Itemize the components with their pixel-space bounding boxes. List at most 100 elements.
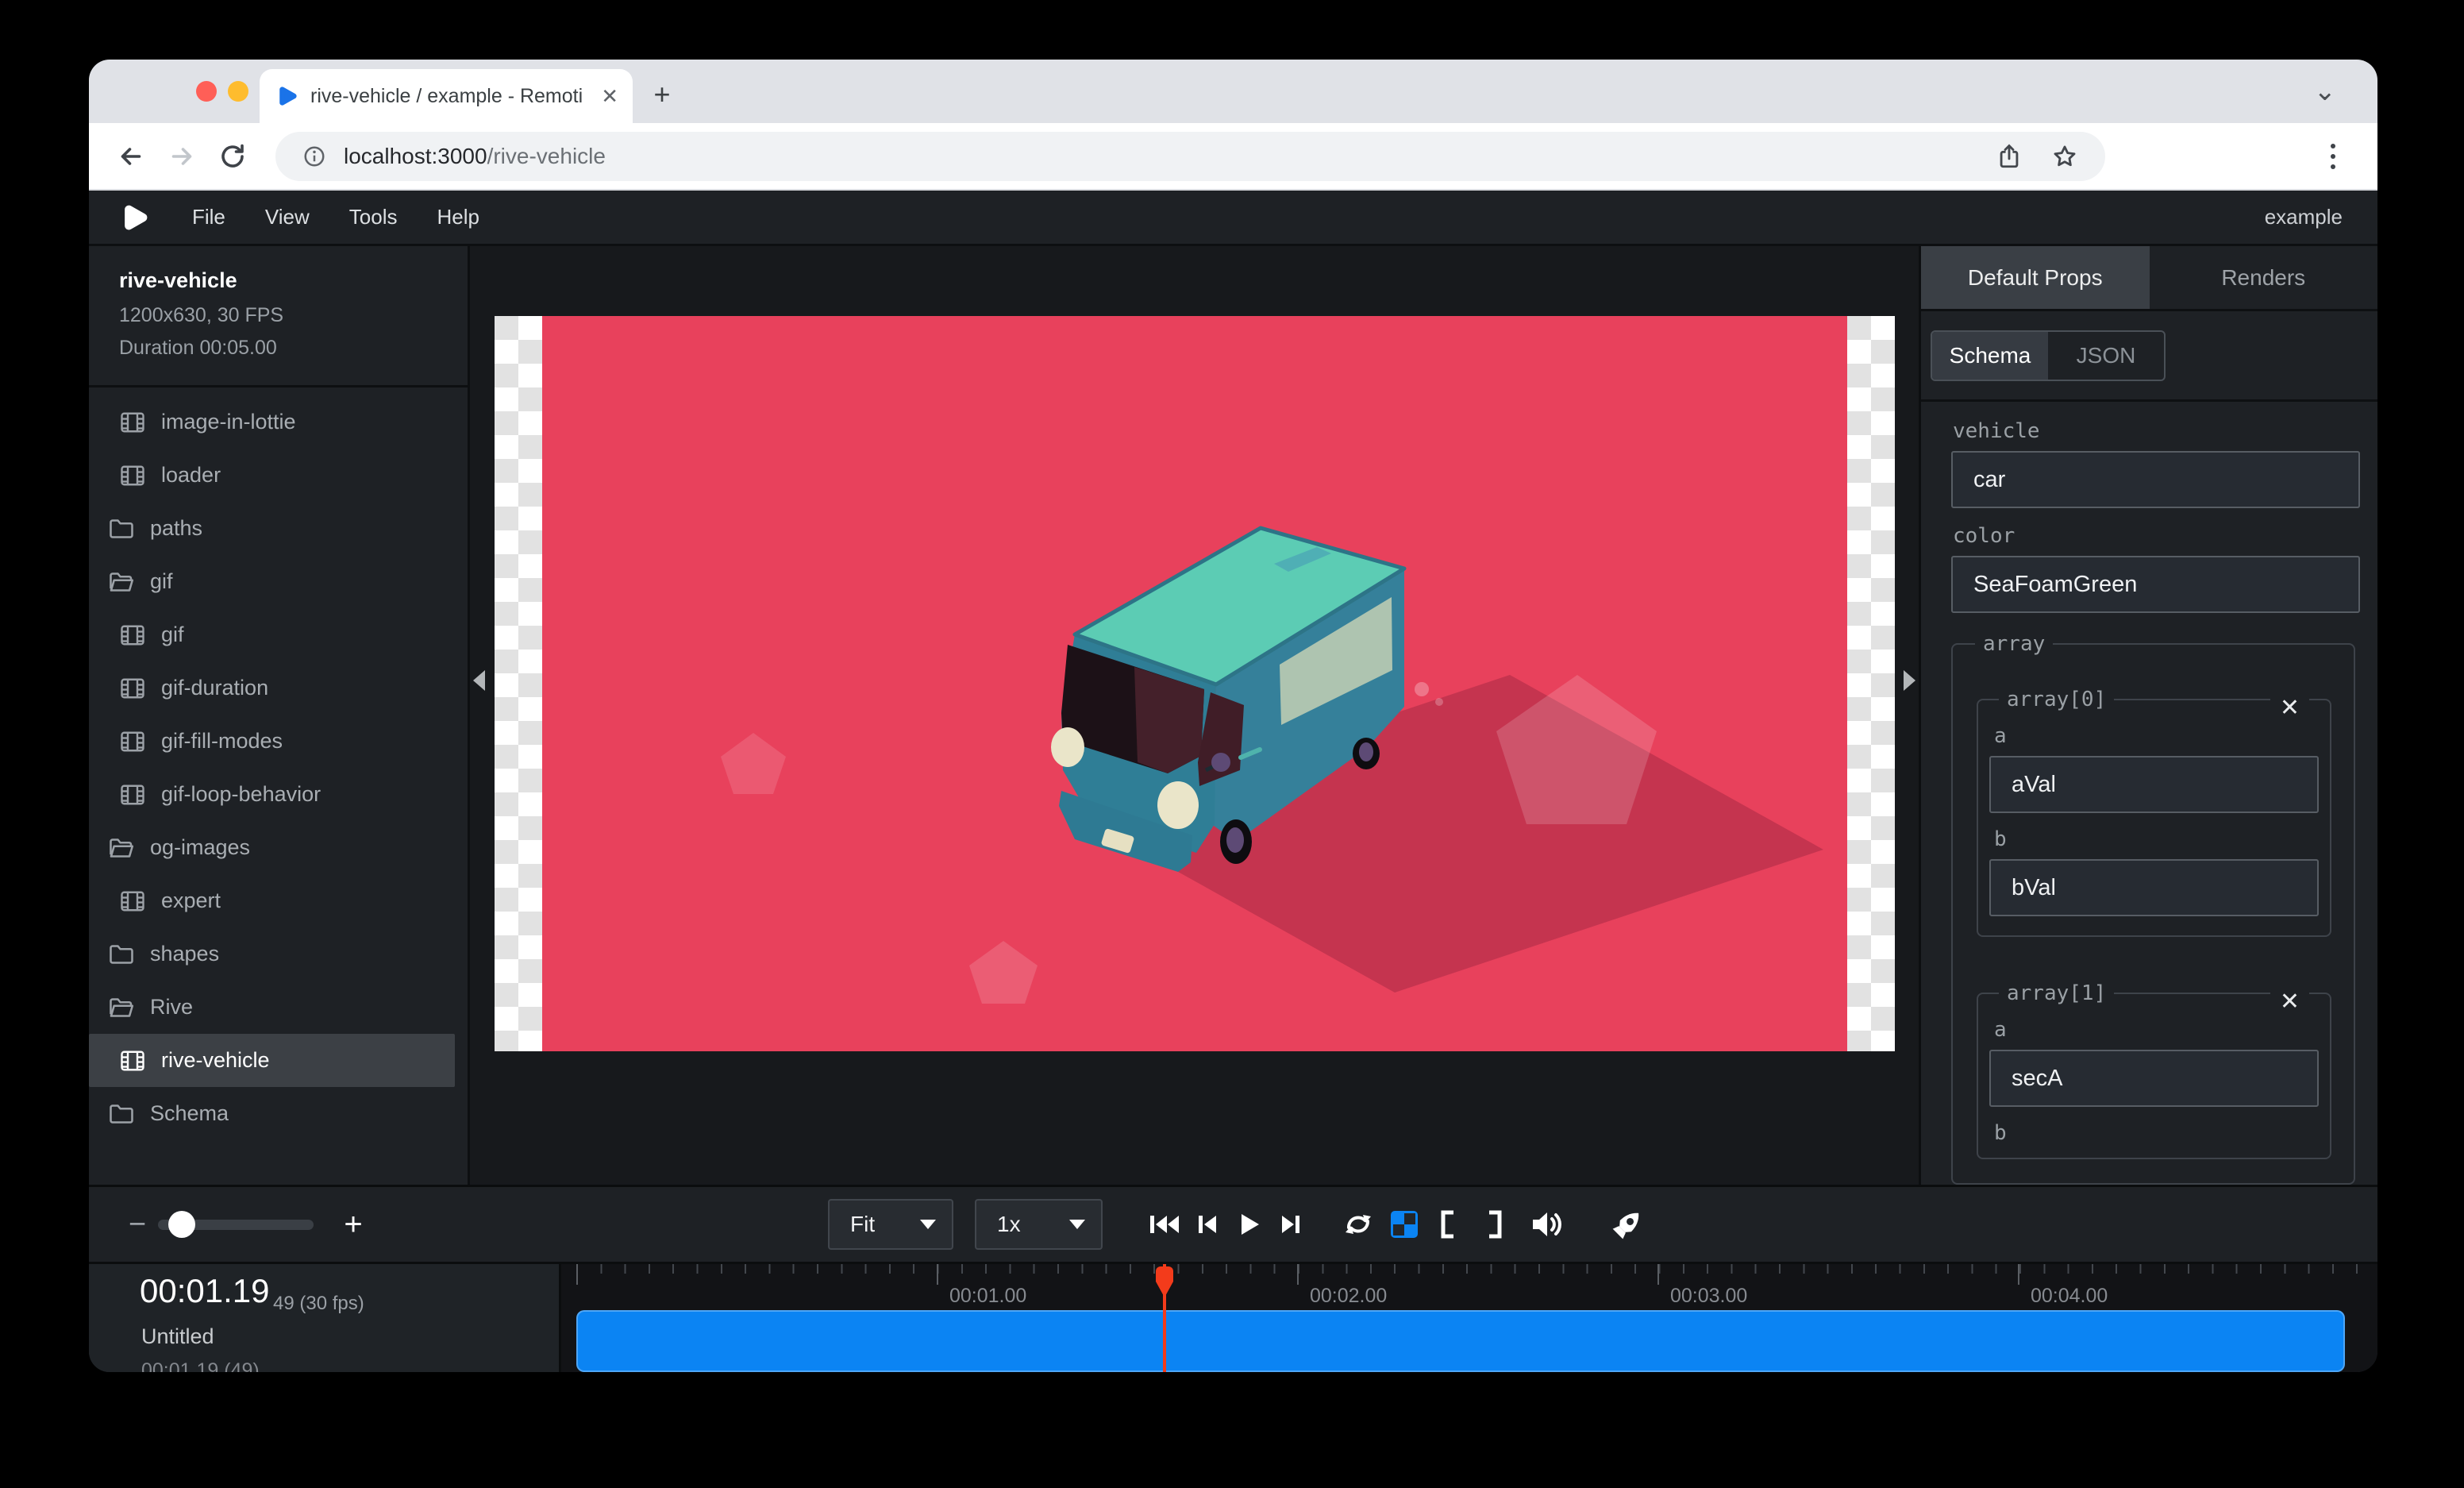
zoom-out-button[interactable]: − <box>117 1205 157 1244</box>
menu-bar: File View Tools Help example <box>89 191 2377 246</box>
transparency-toggle-button[interactable] <box>1382 1202 1426 1247</box>
browser-window: rive-vehicle / example - Remoti ✕ + ⌄ lo… <box>89 60 2377 1372</box>
sidebar-item-gif-fill-modes[interactable]: gif-fill-modes <box>89 715 455 768</box>
playhead-marker[interactable] <box>1153 1264 1176 1301</box>
browser-tab[interactable]: rive-vehicle / example - Remoti ✕ <box>260 69 633 123</box>
composition-canvas[interactable] <box>495 316 1895 1051</box>
forward-arrow-icon <box>167 142 196 171</box>
array-fieldset: array array[0] ✕ a b array[1] ✕ <box>1951 632 2355 1185</box>
site-info-icon[interactable] <box>302 145 326 168</box>
back-arrow-icon <box>117 142 145 171</box>
track-duration: 00:01.19 (49) <box>141 1359 260 1372</box>
next-frame-button[interactable] <box>1269 1202 1313 1247</box>
sidebar-folder-shapes[interactable]: shapes <box>89 927 455 981</box>
folder-open-icon <box>107 568 136 596</box>
mode-json[interactable]: JSON <box>2048 332 2164 380</box>
a-label: a <box>1994 1018 2319 1042</box>
vehicle-animation-frame <box>542 316 1847 1051</box>
preview-area <box>470 246 1919 1185</box>
transparency-checker-left <box>495 316 542 1051</box>
forward-button[interactable] <box>162 137 202 176</box>
pentagon-decor-left <box>721 733 786 794</box>
sidebar-item-label: gif-loop-behavior <box>161 782 321 807</box>
back-button[interactable] <box>111 137 151 176</box>
sidebar-folder-gif[interactable]: gif <box>89 555 455 608</box>
a-input[interactable] <box>1989 756 2319 813</box>
sidebar-item-image-in-lottie[interactable]: image-in-lottie <box>89 395 455 449</box>
array-item-0: array[0] ✕ a b <box>1977 688 2331 937</box>
folder-icon <box>107 1100 136 1128</box>
skip-to-start-button[interactable] <box>1142 1202 1187 1247</box>
set-in-point-button[interactable] <box>1426 1202 1470 1247</box>
schema-json-toggle: Schema JSON <box>1931 330 2166 381</box>
remove-item-0-button[interactable]: ✕ <box>2270 694 2309 723</box>
ruler-tick <box>937 1264 938 1285</box>
fit-dropdown[interactable]: Fit <box>828 1199 953 1250</box>
color-input[interactable] <box>1951 556 2360 613</box>
b-label: b <box>1994 1121 2319 1145</box>
sidebar-folder-paths[interactable]: paths <box>89 502 455 555</box>
zoom-slider-thumb[interactable] <box>168 1211 195 1238</box>
play-button[interactable] <box>1226 1202 1271 1247</box>
skip-to-start-icon <box>1147 1209 1182 1239</box>
collapse-sidebar-handle[interactable] <box>473 670 485 691</box>
tab-renders[interactable]: Renders <box>2150 246 2378 309</box>
previous-frame-button[interactable] <box>1185 1202 1230 1247</box>
film-icon <box>118 461 147 490</box>
remove-item-1-button[interactable]: ✕ <box>2270 988 2309 1016</box>
rocket-icon <box>1610 1207 1645 1242</box>
props-panel: Default Props Renders Schema JSON vehicl… <box>1919 246 2377 1185</box>
render-button[interactable] <box>1605 1202 1650 1247</box>
bookmark-star-icon[interactable] <box>2051 143 2078 170</box>
mode-schema[interactable]: Schema <box>1932 332 2048 380</box>
sidebar-item-gif-loop-behavior[interactable]: gif-loop-behavior <box>89 768 455 821</box>
speed-dropdown[interactable]: 1x <box>975 1199 1103 1250</box>
project-header: rive-vehicle 1200x630, 30 FPS Duration 0… <box>89 246 468 387</box>
sidebar-item-label: gif-duration <box>161 676 268 700</box>
zoom-in-button[interactable]: + <box>333 1205 373 1244</box>
sequence-bar[interactable] <box>576 1310 2345 1372</box>
menu-file[interactable]: File <box>192 205 225 229</box>
ruler-label: 00:01.00 <box>949 1285 1026 1308</box>
menu-tools[interactable]: Tools <box>349 205 398 229</box>
folder-open-icon <box>107 993 136 1022</box>
sidebar-item-rive-vehicle[interactable]: rive-vehicle <box>89 1034 455 1087</box>
minimize-window-button[interactable] <box>228 81 248 102</box>
remotion-logo-icon[interactable] <box>121 203 149 232</box>
close-window-button[interactable] <box>196 81 217 102</box>
tab-default-props[interactable]: Default Props <box>1921 246 2150 309</box>
sidebar-folder-schema[interactable]: Schema <box>89 1087 455 1140</box>
new-tab-button[interactable]: + <box>645 77 680 112</box>
composition-list: image-in-lottie loader paths gif <box>89 387 468 1140</box>
timeline-track-area[interactable]: 00:01.00 00:02.00 00:03.00 00:04.00 <box>561 1264 2377 1372</box>
remotion-favicon-icon <box>277 86 298 106</box>
mute-toggle-button[interactable] <box>1525 1202 1569 1247</box>
speed-dropdown-value: 1x <box>997 1212 1021 1237</box>
sidebar-item-loader[interactable]: loader <box>89 449 455 502</box>
sidebar-item-expert[interactable]: expert <box>89 874 455 927</box>
set-out-point-button[interactable] <box>1473 1202 1517 1247</box>
share-icon[interactable] <box>1996 143 2023 170</box>
sidebar-folder-rive[interactable]: Rive <box>89 981 455 1034</box>
browser-menu-button[interactable] <box>2314 137 2352 175</box>
film-icon <box>118 727 147 756</box>
menu-view[interactable]: View <box>265 205 310 229</box>
sidebar-item-gif[interactable]: gif <box>89 608 455 661</box>
track-name[interactable]: Untitled <box>141 1324 214 1349</box>
film-icon <box>118 408 147 437</box>
film-icon <box>118 1047 147 1075</box>
collapse-props-handle[interactable] <box>1904 670 1915 691</box>
a-input[interactable] <box>1989 1050 2319 1107</box>
remotion-studio: File View Tools Help example rive-vehicl… <box>89 191 2377 1372</box>
sidebar-folder-og-images[interactable]: og-images <box>89 821 455 874</box>
vehicle-input[interactable] <box>1951 451 2360 508</box>
tab-close-icon[interactable]: ✕ <box>601 84 618 109</box>
loop-toggle-button[interactable] <box>1336 1202 1380 1247</box>
menu-help[interactable]: Help <box>437 205 479 229</box>
tab-search-chevron-icon[interactable]: ⌄ <box>2314 75 2337 107</box>
sidebar-item-gif-duration[interactable]: gif-duration <box>89 661 455 715</box>
address-bar[interactable]: localhost:3000/rive-vehicle <box>275 132 2105 181</box>
b-input[interactable] <box>1989 859 2319 916</box>
reload-button[interactable] <box>213 137 252 176</box>
current-timecode: 00:01.19 <box>140 1272 270 1310</box>
